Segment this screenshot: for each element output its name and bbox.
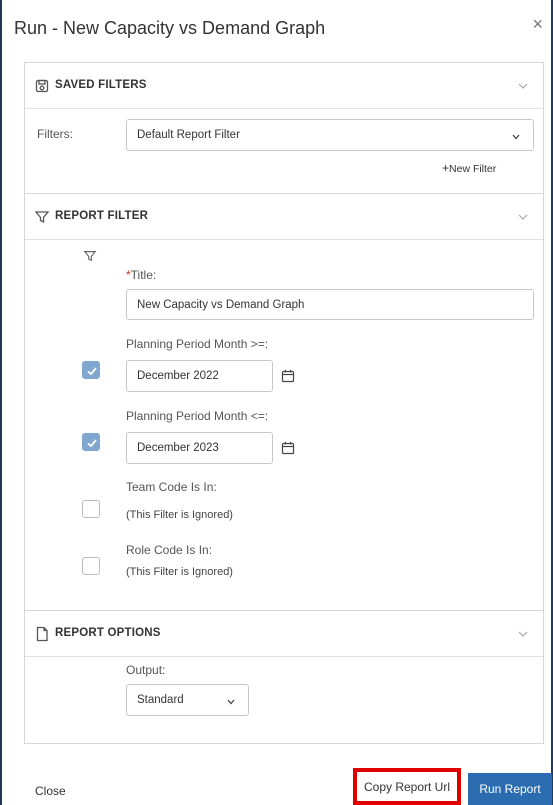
report-filter-header[interactable]: REPORT FILTER bbox=[25, 194, 543, 240]
close-icon[interactable]: × bbox=[532, 14, 543, 34]
filters-label: Filters: bbox=[37, 127, 73, 141]
output-value: Standard bbox=[137, 694, 184, 706]
filter-icon bbox=[83, 251, 97, 262]
copy-report-url-button[interactable]: Copy Report Url bbox=[353, 768, 461, 805]
title-input-value: New Capacity vs Demand Graph bbox=[137, 298, 305, 311]
chevron-down-icon[interactable] bbox=[517, 628, 529, 640]
report-options-title: REPORT OPTIONS bbox=[55, 627, 161, 639]
calendar-icon[interactable] bbox=[281, 441, 295, 455]
chevron-down-icon[interactable] bbox=[517, 211, 529, 223]
period-from-input[interactable]: December 2022 bbox=[126, 360, 273, 392]
check-icon bbox=[87, 439, 97, 448]
chevron-down-icon bbox=[227, 699, 235, 705]
saved-filter-value: Default Report Filter bbox=[137, 129, 240, 141]
modal-body: SAVED FILTERS Filters: Default Report Fi… bbox=[24, 62, 544, 744]
new-filter-link[interactable]: +New Filter bbox=[442, 161, 496, 175]
period-to-label: Planning Period Month <=: bbox=[126, 409, 269, 423]
output-label: Output: bbox=[126, 663, 166, 677]
calendar-icon[interactable] bbox=[281, 369, 295, 383]
period-from-label: Planning Period Month >=: bbox=[126, 337, 269, 351]
team-code-checkbox[interactable] bbox=[82, 500, 100, 518]
filter-icon bbox=[34, 211, 50, 224]
close-button[interactable]: Close bbox=[35, 784, 66, 798]
title-label-text: Title: bbox=[130, 268, 157, 282]
chevron-down-icon[interactable] bbox=[517, 80, 529, 92]
save-icon bbox=[35, 79, 49, 93]
report-filter-title: REPORT FILTER bbox=[55, 210, 149, 222]
role-code-label: Role Code Is In: bbox=[126, 543, 213, 557]
role-code-checkbox[interactable] bbox=[82, 557, 100, 575]
period-to-checkbox[interactable] bbox=[82, 433, 100, 451]
output-select[interactable]: Standard bbox=[126, 684, 249, 716]
saved-filters-title: SAVED FILTERS bbox=[55, 79, 147, 91]
document-icon bbox=[36, 626, 48, 642]
chevron-down-icon bbox=[512, 134, 520, 140]
period-to-value: December 2023 bbox=[137, 442, 219, 454]
modal-header: Run - New Capacity vs Demand Graph × bbox=[2, 0, 551, 60]
modal-title: Run - New Capacity vs Demand Graph bbox=[14, 18, 326, 38]
title-input[interactable]: New Capacity vs Demand Graph bbox=[126, 289, 534, 320]
check-icon bbox=[87, 367, 97, 376]
run-report-modal: Run - New Capacity vs Demand Graph × SAV… bbox=[0, 0, 553, 805]
plus-icon: + bbox=[442, 161, 450, 175]
period-from-value: December 2022 bbox=[137, 370, 219, 382]
new-filter-label: New Filter bbox=[449, 163, 497, 175]
title-label: *Title: bbox=[126, 268, 156, 282]
period-from-checkbox[interactable] bbox=[82, 361, 100, 379]
role-code-note: (This Filter is Ignored) bbox=[126, 566, 233, 578]
saved-filters-header[interactable]: SAVED FILTERS bbox=[25, 63, 543, 109]
period-to-input[interactable]: December 2023 bbox=[126, 432, 273, 464]
team-code-label: Team Code Is In: bbox=[126, 480, 217, 494]
run-report-button[interactable]: Run Report bbox=[468, 773, 552, 805]
report-options-header[interactable]: REPORT OPTIONS bbox=[25, 611, 543, 657]
team-code-note: (This Filter is Ignored) bbox=[126, 509, 233, 521]
saved-filter-select[interactable]: Default Report Filter bbox=[126, 119, 534, 151]
